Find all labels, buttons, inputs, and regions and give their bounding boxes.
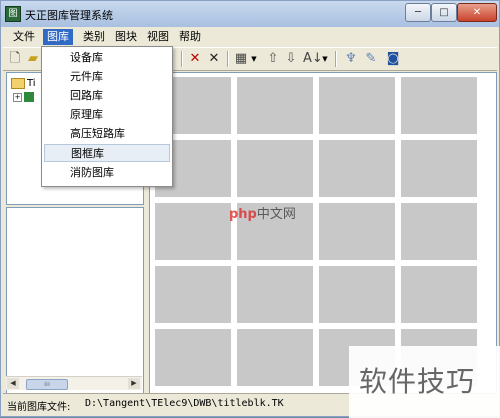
watermark-text: 中文网 [256, 207, 296, 222]
corner-watermark: 软件技巧 [349, 346, 500, 418]
close-button[interactable]: ✕ [457, 3, 497, 22]
tree-child[interactable]: + [13, 91, 34, 105]
view-grid-icon[interactable]: ▦ [233, 51, 249, 67]
app-window: 图 天正图库管理系统 ─ □ ✕ 文件 图库 类别 图块 视图 帮助 🗋 ▰ ✕… [0, 0, 500, 418]
status-file-path: D:\Tangent\TElec9\DWB\titleblk.TK [85, 398, 284, 409]
view-dropdown-icon[interactable]: ▼ [250, 51, 258, 67]
preview-cell[interactable] [237, 77, 313, 134]
pin-icon[interactable]: ♆ [343, 51, 359, 67]
folder-icon [11, 77, 25, 89]
menu-block[interactable]: 图块 [111, 29, 141, 45]
toolbar-separator [181, 51, 183, 67]
minimize-button[interactable]: ─ [405, 3, 431, 22]
preview-cell[interactable] [319, 266, 395, 323]
preview-cell[interactable] [401, 203, 477, 260]
menu-library[interactable]: 图库 [43, 29, 73, 45]
preview-cell[interactable] [401, 266, 477, 323]
preview-cell[interactable] [237, 140, 313, 197]
menu-item-component-library[interactable]: 元件库 [44, 68, 170, 86]
menu-category[interactable]: 类别 [79, 29, 109, 45]
delete-icon[interactable]: ✕ [187, 51, 203, 67]
window-title: 天正图库管理系统 [25, 9, 113, 22]
preview-cell[interactable] [155, 266, 231, 323]
new-icon[interactable]: 🗋 [7, 51, 23, 67]
menu-help[interactable]: 帮助 [175, 29, 205, 45]
horizontal-scrollbar[interactable]: ◀ ⁞⁞⁞ ▶ [6, 376, 142, 390]
corner-watermark-text: 软件技巧 [359, 365, 476, 398]
watermark-logo: php中文网 [229, 203, 296, 222]
menu-item-circuit-library[interactable]: 回路库 [44, 87, 170, 105]
menu-item-fire-library[interactable]: 消防图库 [44, 164, 170, 182]
expand-icon[interactable]: + [13, 92, 22, 102]
block-list-panel[interactable] [6, 207, 144, 395]
up-arrow-icon[interactable]: ⇧ [265, 51, 281, 67]
preview-cell[interactable] [155, 203, 231, 260]
edit-icon[interactable]: ✎ [363, 51, 379, 67]
menu-bar: 文件 图库 类别 图块 视图 帮助 [3, 28, 497, 46]
down-arrow-icon[interactable]: ⇩ [283, 51, 299, 67]
sort-icon[interactable]: A↓ [303, 51, 323, 67]
preview-cell[interactable] [155, 329, 231, 386]
preview-cell[interactable] [401, 77, 477, 134]
scroll-left-icon[interactable]: ◀ [7, 378, 19, 389]
scroll-right-icon[interactable]: ▶ [128, 378, 140, 389]
cross-icon[interactable]: ✕ [206, 51, 222, 67]
menu-item-schematic-library[interactable]: 原理库 [44, 106, 170, 124]
preview-cell[interactable] [401, 140, 477, 197]
toolbar-separator [227, 51, 229, 67]
menu-view[interactable]: 视图 [143, 29, 173, 45]
app-icon: 图 [5, 6, 21, 22]
status-label: 当前图库文件: [7, 402, 71, 413]
tree-root[interactable]: Ti [11, 77, 36, 91]
menu-file[interactable]: 文件 [9, 29, 39, 45]
menu-item-frame-library[interactable]: 图框库 [44, 144, 170, 162]
library-dropdown-menu: 设备库 元件库 回路库 原理库 高压短路库 图框库 消防图库 [41, 46, 173, 187]
preview-cell[interactable] [319, 203, 395, 260]
preview-cell[interactable] [237, 329, 313, 386]
maximize-button[interactable]: □ [431, 3, 457, 22]
scroll-thumb[interactable]: ⁞⁞⁞ [26, 379, 68, 390]
sort-dropdown-icon[interactable]: ▼ [321, 51, 329, 67]
preview-cell[interactable] [319, 77, 395, 134]
window-icon[interactable]: ◙ [385, 51, 401, 67]
preview-cell[interactable] [319, 140, 395, 197]
preview-cell[interactable] [237, 266, 313, 323]
menu-item-hv-short-circuit-library[interactable]: 高压短路库 [44, 125, 170, 143]
tree-root-label: Ti [27, 78, 36, 89]
block-icon [24, 92, 34, 102]
open-folder-icon[interactable]: ▰ [25, 51, 41, 67]
menu-item-equipment-library[interactable]: 设备库 [44, 49, 170, 67]
watermark-logo-text: php [229, 207, 257, 222]
title-bar[interactable]: 图 天正图库管理系统 ─ □ ✕ [1, 1, 499, 27]
toolbar-separator [335, 51, 337, 67]
